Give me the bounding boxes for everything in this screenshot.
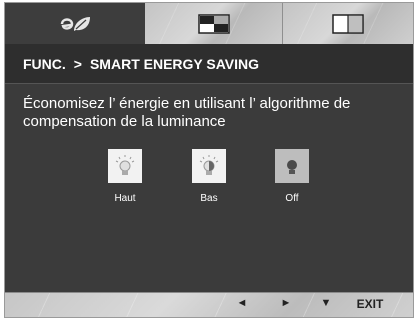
tab-eco[interactable]: [5, 3, 145, 44]
left-arrow-button[interactable]: ◄: [231, 297, 253, 309]
tab-picture[interactable]: [145, 3, 283, 44]
option-off-box[interactable]: [275, 149, 309, 183]
bulb-low-icon: [199, 155, 219, 175]
option-bas-box[interactable]: [192, 149, 226, 183]
option-off[interactable]: Off: [262, 149, 322, 204]
description-text: Économisez l’ énergie en utilisant l’ al…: [23, 95, 351, 130]
down-arrow-button[interactable]: ▼: [315, 297, 337, 309]
tab-split[interactable]: [283, 3, 413, 44]
tab-bar: [5, 3, 413, 44]
right-arrow-button[interactable]: ►: [275, 297, 297, 309]
picture-icon: [197, 13, 230, 34]
page-title: SMART ENERGY SAVING: [89, 55, 260, 72]
option-bas[interactable]: Bas: [179, 149, 239, 204]
osd-window: FUNC. > SMART ENERGY SAVING Économisez l…: [4, 2, 414, 318]
exit-button[interactable]: EXIT: [350, 297, 390, 311]
menu-header: FUNC. > SMART ENERGY SAVING: [5, 44, 413, 84]
option-haut-box[interactable]: [108, 149, 142, 183]
breadcrumb-separator: >: [73, 55, 82, 72]
option-haut-label: Haut: [114, 193, 136, 204]
eco-icon: [60, 16, 90, 31]
func-label: FUNC.: [23, 55, 66, 72]
option-bas-label: Bas: [200, 193, 218, 204]
option-haut[interactable]: Haut: [95, 149, 155, 204]
bulb-high-icon: [115, 155, 135, 175]
bulb-off-icon: [287, 160, 297, 174]
footer-bar: ◄ ► ▼ EXIT: [5, 292, 413, 317]
option-off-label: Off: [285, 193, 299, 204]
split-screen-icon: [332, 13, 364, 34]
